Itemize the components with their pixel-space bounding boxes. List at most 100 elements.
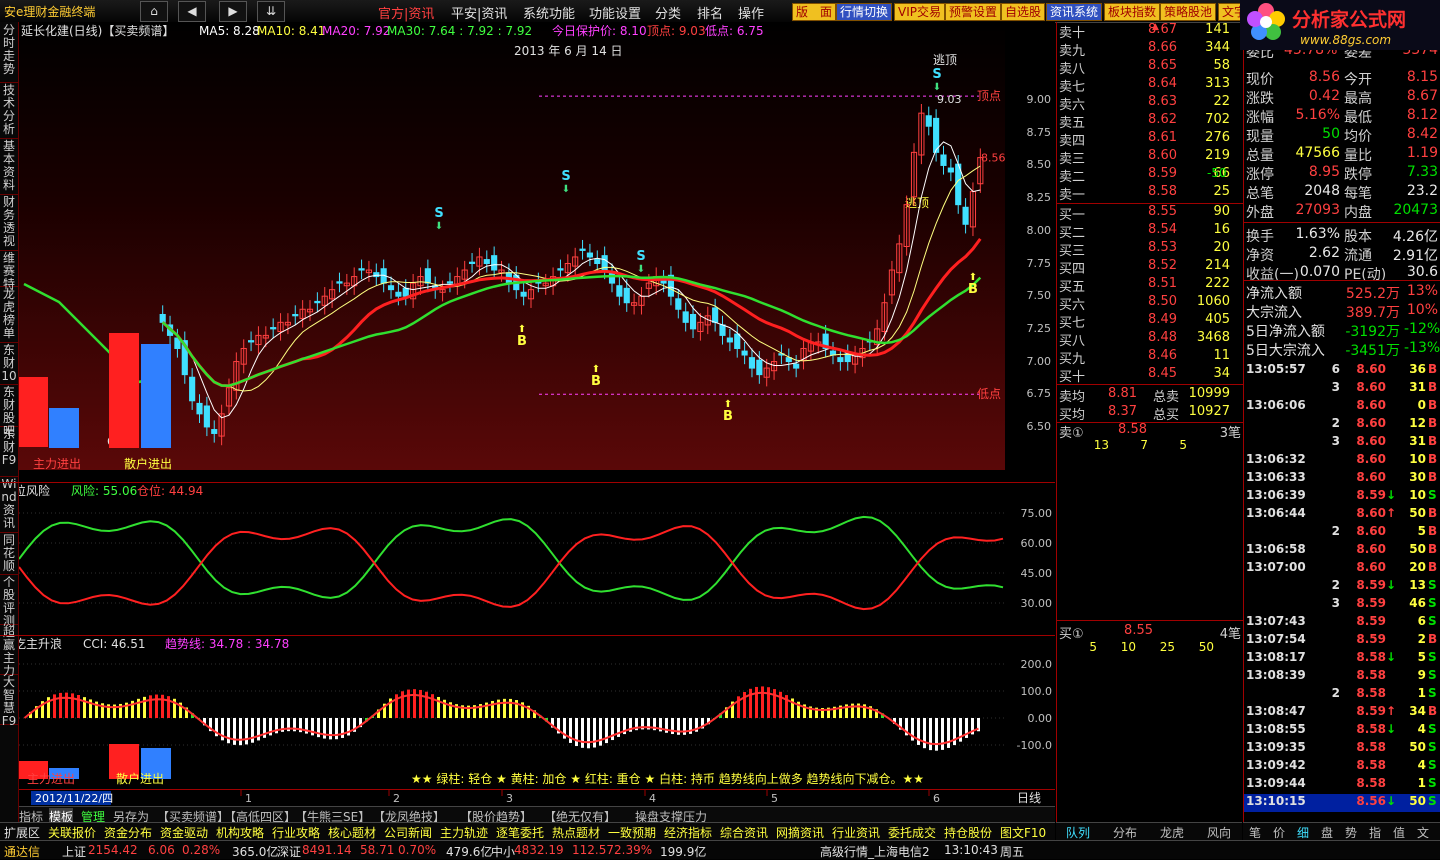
right-tab[interactable]: 风向	[1207, 824, 1231, 841]
cci-bar	[755, 687, 758, 718]
extension-tab[interactable]: 一致预期	[608, 824, 656, 841]
svg-text:B: B	[968, 282, 978, 297]
menu-item[interactable]: 排名	[697, 3, 723, 22]
tick-price: 8.58	[1340, 740, 1386, 754]
extension-tab[interactable]: 网摘资讯	[776, 824, 824, 841]
right-tab[interactable]: 龙虎	[1160, 824, 1184, 841]
menu-item[interactable]: 平安|资讯	[451, 3, 507, 22]
tick-count: 2	[1314, 416, 1340, 430]
right-tab[interactable]: 文	[1417, 824, 1429, 841]
toolbar-button[interactable]: 预警设置	[945, 3, 1001, 21]
risk-tick: 45.00	[1021, 567, 1053, 580]
expand-icon[interactable]: ⇊	[257, 1, 285, 22]
extension-tab[interactable]: 图文F10	[1000, 824, 1046, 841]
left-tab[interactable]: 维赛特	[0, 252, 18, 287]
toolbar-button[interactable]: 版 面	[792, 3, 836, 21]
position-risk-panel[interactable]: 仓位风险风险: 55.06仓位: 44.9475.0060.0045.0030.…	[19, 483, 1005, 635]
tick-count: 3	[1314, 434, 1340, 448]
menu-item[interactable]: 分类	[655, 3, 681, 22]
left-tab[interactable]: 东财股吧	[0, 386, 18, 427]
left-tab[interactable]: 同花顺	[0, 534, 18, 575]
bid-price: 8.54	[1127, 222, 1177, 237]
left-tab[interactable]: 基本资料	[0, 140, 18, 195]
left-tab[interactable]: 财务透视	[0, 196, 18, 251]
avg-label: 卖均	[1059, 386, 1085, 405]
extension-tab[interactable]: 经济指标	[664, 824, 712, 841]
right-tab[interactable]: 势	[1345, 824, 1357, 841]
extension-tab[interactable]: 核心题材	[328, 824, 376, 841]
tick-price: 8.58	[1340, 650, 1386, 664]
menu-item[interactable]: 系统功能	[523, 3, 575, 22]
extension-tab[interactable]: 公司新闻	[384, 824, 432, 841]
bid-row: 买五8.51222	[1057, 276, 1243, 294]
candle-body	[838, 358, 843, 362]
quote-value: 0.070	[1284, 264, 1340, 280]
right-tab[interactable]: 笔	[1249, 824, 1261, 841]
left-tab[interactable]: Wind资讯	[0, 478, 18, 533]
back-icon[interactable]: ◀	[178, 1, 206, 22]
extension-tab[interactable]: 资金分布	[104, 824, 152, 841]
right-tab[interactable]: 分布	[1113, 824, 1137, 841]
main-kline-chart[interactable]: 延长化建(日线)【买卖频谱】MA5: 8.28MA10: 8.41MA20: 7…	[19, 22, 1005, 470]
tick-price: 8.60	[1340, 560, 1386, 574]
right-tab[interactable]: 队列	[1066, 824, 1090, 841]
menu-item[interactable]: 官方|资讯	[378, 3, 434, 22]
left-tab[interactable]: 分时走势	[0, 24, 18, 83]
tick-row: 13:10:158.56↓50S	[1244, 794, 1440, 812]
tick-side: B	[1428, 362, 1437, 376]
right-tab[interactable]: 盘	[1321, 824, 1333, 841]
tick-time: 13:09:35	[1246, 740, 1306, 754]
extension-tab[interactable]: 持仓股份	[944, 824, 992, 841]
quote-row: 外盘27093内盘20473	[1244, 202, 1440, 221]
tick-volume: 6	[1394, 614, 1426, 628]
toolbar-button[interactable]: 自选股	[1001, 3, 1045, 21]
home-icon[interactable]: ⌂	[140, 1, 168, 22]
right-tab[interactable]: 细	[1297, 824, 1309, 841]
tick-price: 8.60	[1340, 380, 1386, 394]
extension-tab[interactable]: 热点题材	[552, 824, 600, 841]
menu-item[interactable]: 操作	[738, 3, 764, 22]
ask-row: 卖十8.67141▲	[1057, 22, 1243, 40]
forward-icon[interactable]: ▶	[219, 1, 247, 22]
extension-tab[interactable]: 行业资讯	[832, 824, 880, 841]
quote-panel: 委比43.78%委差3374现价8.56今开8.15涨跌0.42最高8.67涨幅…	[1243, 50, 1440, 360]
right-tab[interactable]: 值	[1393, 824, 1405, 841]
tick-row: 13:08:178.58↓5S	[1244, 650, 1440, 668]
left-tab[interactable]: 个股评测	[0, 576, 18, 625]
quote-label: 涨跌	[1246, 88, 1274, 108]
divider	[1244, 280, 1440, 281]
toolbar-button[interactable]: 资讯系统	[1046, 3, 1102, 21]
right-tab[interactable]: 指	[1369, 824, 1381, 841]
toolbar-button[interactable]: 板块指数	[1104, 3, 1160, 21]
toolbar-button[interactable]: 行情切换	[836, 3, 892, 21]
left-tab[interactable]: 龙虎榜单	[0, 288, 18, 343]
toolbar-button[interactable]: VIP交易	[894, 3, 945, 21]
price-tick: 7.25	[1027, 322, 1052, 335]
extension-tab[interactable]: 逐笔委托	[496, 824, 544, 841]
right-tab[interactable]: 价	[1273, 824, 1285, 841]
risk-tick: 60.00	[1021, 537, 1053, 550]
cci-bar	[71, 693, 74, 718]
extension-tab[interactable]: 机构攻略	[216, 824, 264, 841]
extension-tab[interactable]: 关联报价	[48, 824, 96, 841]
tick-time: 13:06:32	[1246, 452, 1306, 466]
ask-volume: 141	[1182, 22, 1230, 37]
menu-item[interactable]: 功能设置	[589, 3, 641, 22]
left-tab[interactable]: 大智慧F9	[0, 676, 18, 725]
extension-tab[interactable]: 行业攻略	[272, 824, 320, 841]
extension-tab[interactable]: 扩展区	[4, 824, 40, 841]
left-tab[interactable]: 超赢主力	[0, 626, 18, 675]
ask-price: 8.60	[1127, 148, 1177, 163]
left-tab[interactable]: 技术分析	[0, 84, 18, 139]
toolbar-button[interactable]: 策略股池	[1160, 3, 1216, 21]
cci-panel[interactable]: 专吃主升浪CCI: 46.51趋势线: 34.78 : 34.78200.010…	[19, 636, 1005, 789]
extension-tab[interactable]: 综合资讯	[720, 824, 768, 841]
status-sh-val: 2154.42	[88, 843, 138, 857]
left-tab[interactable]: 东财F9	[0, 428, 18, 477]
ma30-label: MA30: 7.64 : 7.92 : 7.92	[387, 24, 532, 38]
left-tab[interactable]: 东财10	[0, 344, 18, 385]
extension-tab[interactable]: 委托成交	[888, 824, 936, 841]
extension-tab[interactable]: 资金驱动	[160, 824, 208, 841]
extension-tab[interactable]: 主力轨迹	[440, 824, 488, 841]
quote-label: 外盘	[1246, 202, 1274, 222]
